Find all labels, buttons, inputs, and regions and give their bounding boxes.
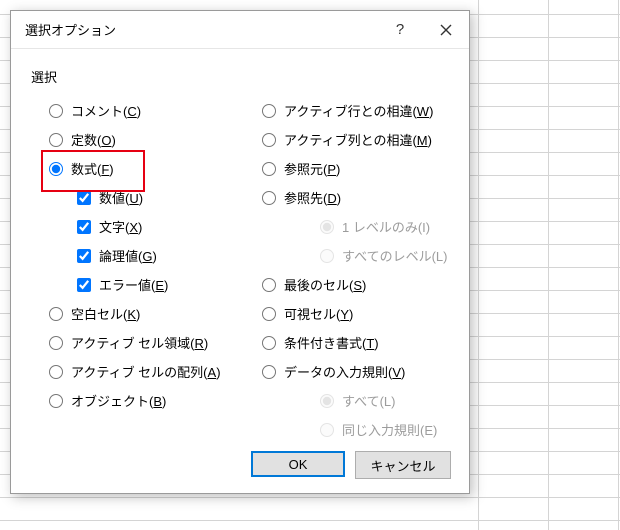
- label-val-same: 同じ入力規則(E): [342, 420, 437, 439]
- checkbox-number[interactable]: [77, 191, 91, 205]
- checkbox-logical[interactable]: [77, 249, 91, 263]
- help-button[interactable]: ?: [377, 15, 423, 45]
- label-current-region: アクティブ セル領域(R): [71, 333, 208, 352]
- left-column: コメント(C) 定数(O) 数式(F) 数値(U) 文字(X): [31, 96, 236, 444]
- label-sub-text: 文字(X): [99, 217, 142, 236]
- option-val-same: 同じ入力規則(E): [244, 415, 449, 444]
- radio-val-same: [320, 423, 334, 437]
- radio-constants[interactable]: [49, 133, 63, 147]
- close-button[interactable]: [423, 15, 469, 45]
- cancel-button[interactable]: キャンセル: [355, 451, 451, 479]
- label-validation: データの入力規則(V): [284, 362, 405, 381]
- label-blanks: 空白セル(K): [71, 304, 140, 323]
- radio-current-region[interactable]: [49, 336, 63, 350]
- label-visible: 可視セル(Y): [284, 304, 353, 323]
- radio-col-diff[interactable]: [262, 133, 276, 147]
- radio-comments[interactable]: [49, 104, 63, 118]
- dialog-body: 選択 コメント(C) 定数(O) 数式(F) 数値(U): [11, 49, 469, 444]
- label-sub-logical: 論理値(G): [99, 246, 157, 265]
- label-col-diff: アクティブ列との相違(M): [284, 130, 432, 149]
- option-cond-fmt[interactable]: 条件付き書式(T): [244, 328, 449, 357]
- label-level-all: すべてのレベル(L): [342, 246, 447, 265]
- option-sub-error[interactable]: エラー値(E): [31, 270, 236, 299]
- option-val-all: すべて(L): [244, 386, 449, 415]
- option-precedents[interactable]: 参照元(P): [244, 154, 449, 183]
- radio-dependents[interactable]: [262, 191, 276, 205]
- label-objects: オブジェクト(B): [71, 391, 166, 410]
- label-comments: コメント(C): [71, 101, 141, 120]
- label-current-array: アクティブ セルの配列(A): [71, 362, 221, 381]
- label-val-all: すべて(L): [342, 391, 395, 410]
- radio-level-all: [320, 249, 334, 263]
- label-sub-number: 数値(U): [99, 188, 143, 207]
- dialog-footer: OK キャンセル: [251, 451, 451, 479]
- label-constants: 定数(O): [71, 130, 116, 149]
- radio-val-all: [320, 394, 334, 408]
- option-last-cell[interactable]: 最後のセル(S): [244, 270, 449, 299]
- option-level-all: すべてのレベル(L): [244, 241, 449, 270]
- right-column: アクティブ行との相違(W) アクティブ列との相違(M) 参照元(P) 参照先(D…: [244, 96, 449, 444]
- option-level-one: 1 レベルのみ(I): [244, 212, 449, 241]
- option-validation[interactable]: データの入力規則(V): [244, 357, 449, 386]
- go-to-special-dialog: 選択オプション ? 選択 コメント(C) 定数(O) 数式(F): [10, 10, 470, 494]
- checkbox-text[interactable]: [77, 220, 91, 234]
- option-constants[interactable]: 定数(O): [31, 125, 236, 154]
- ok-button[interactable]: OK: [251, 451, 345, 477]
- label-cond-fmt: 条件付き書式(T): [284, 333, 379, 352]
- option-sub-number[interactable]: 数値(U): [31, 183, 236, 212]
- label-dependents: 参照先(D): [284, 188, 341, 207]
- label-last-cell: 最後のセル(S): [284, 275, 366, 294]
- radio-level-one: [320, 220, 334, 234]
- radio-visible[interactable]: [262, 307, 276, 321]
- option-sub-logical[interactable]: 論理値(G): [31, 241, 236, 270]
- radio-row-diff[interactable]: [262, 104, 276, 118]
- label-row-diff: アクティブ行との相違(W): [284, 101, 433, 120]
- close-icon: [440, 24, 452, 36]
- option-row-diff[interactable]: アクティブ行との相違(W): [244, 96, 449, 125]
- label-level-one: 1 レベルのみ(I): [342, 217, 430, 236]
- option-current-array[interactable]: アクティブ セルの配列(A): [31, 357, 236, 386]
- radio-current-array[interactable]: [49, 365, 63, 379]
- radio-objects[interactable]: [49, 394, 63, 408]
- option-objects[interactable]: オブジェクト(B): [31, 386, 236, 415]
- option-visible[interactable]: 可視セル(Y): [244, 299, 449, 328]
- option-sub-text[interactable]: 文字(X): [31, 212, 236, 241]
- radio-cond-fmt[interactable]: [262, 336, 276, 350]
- option-comments[interactable]: コメント(C): [31, 96, 236, 125]
- option-formulas[interactable]: 数式(F): [31, 154, 236, 183]
- option-current-region[interactable]: アクティブ セル領域(R): [31, 328, 236, 357]
- option-col-diff[interactable]: アクティブ列との相違(M): [244, 125, 449, 154]
- option-blanks[interactable]: 空白セル(K): [31, 299, 236, 328]
- option-dependents[interactable]: 参照先(D): [244, 183, 449, 212]
- section-label: 選択: [31, 67, 449, 86]
- label-formulas: 数式(F): [71, 159, 114, 178]
- radio-precedents[interactable]: [262, 162, 276, 176]
- titlebar: 選択オプション ?: [11, 11, 469, 49]
- dialog-title: 選択オプション: [25, 20, 377, 39]
- radio-formulas[interactable]: [49, 162, 63, 176]
- label-precedents: 参照元(P): [284, 159, 340, 178]
- label-sub-error: エラー値(E): [99, 275, 168, 294]
- radio-last-cell[interactable]: [262, 278, 276, 292]
- radio-blanks[interactable]: [49, 307, 63, 321]
- checkbox-error[interactable]: [77, 278, 91, 292]
- radio-validation[interactable]: [262, 365, 276, 379]
